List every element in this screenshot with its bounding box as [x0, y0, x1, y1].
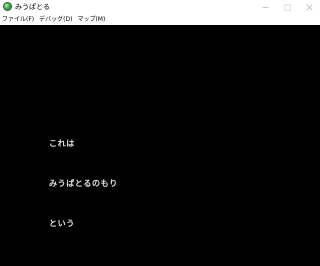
message-line-2: みうぱとるのもり [49, 179, 118, 188]
message-line-3: という [49, 219, 75, 228]
minimize-icon [262, 6, 268, 8]
app-globe-icon[interactable] [3, 2, 12, 11]
minimize-button[interactable] [254, 0, 276, 14]
window-title: みうぱとる [15, 3, 50, 11]
game-window: みうぱとる ファイル(F) デバッグ(D) マップ(M) これは みうぱとるのも… [0, 0, 320, 266]
window-controls [254, 0, 320, 14]
menu-bar: ファイル(F) デバッグ(D) マップ(M) [0, 14, 320, 25]
message-line-1: これは [49, 139, 75, 148]
close-button[interactable] [298, 0, 320, 14]
menu-debug[interactable]: デバッグ(D) [37, 14, 75, 25]
menu-file[interactable]: ファイル(F) [0, 14, 37, 25]
title-bar[interactable]: みうぱとる [0, 0, 320, 14]
maximize-icon [283, 3, 291, 11]
close-icon [306, 4, 312, 10]
maximize-button[interactable] [276, 0, 298, 14]
game-screen[interactable]: これは みうぱとるのもり という [0, 25, 320, 266]
menu-map[interactable]: マップ(M) [75, 14, 108, 25]
